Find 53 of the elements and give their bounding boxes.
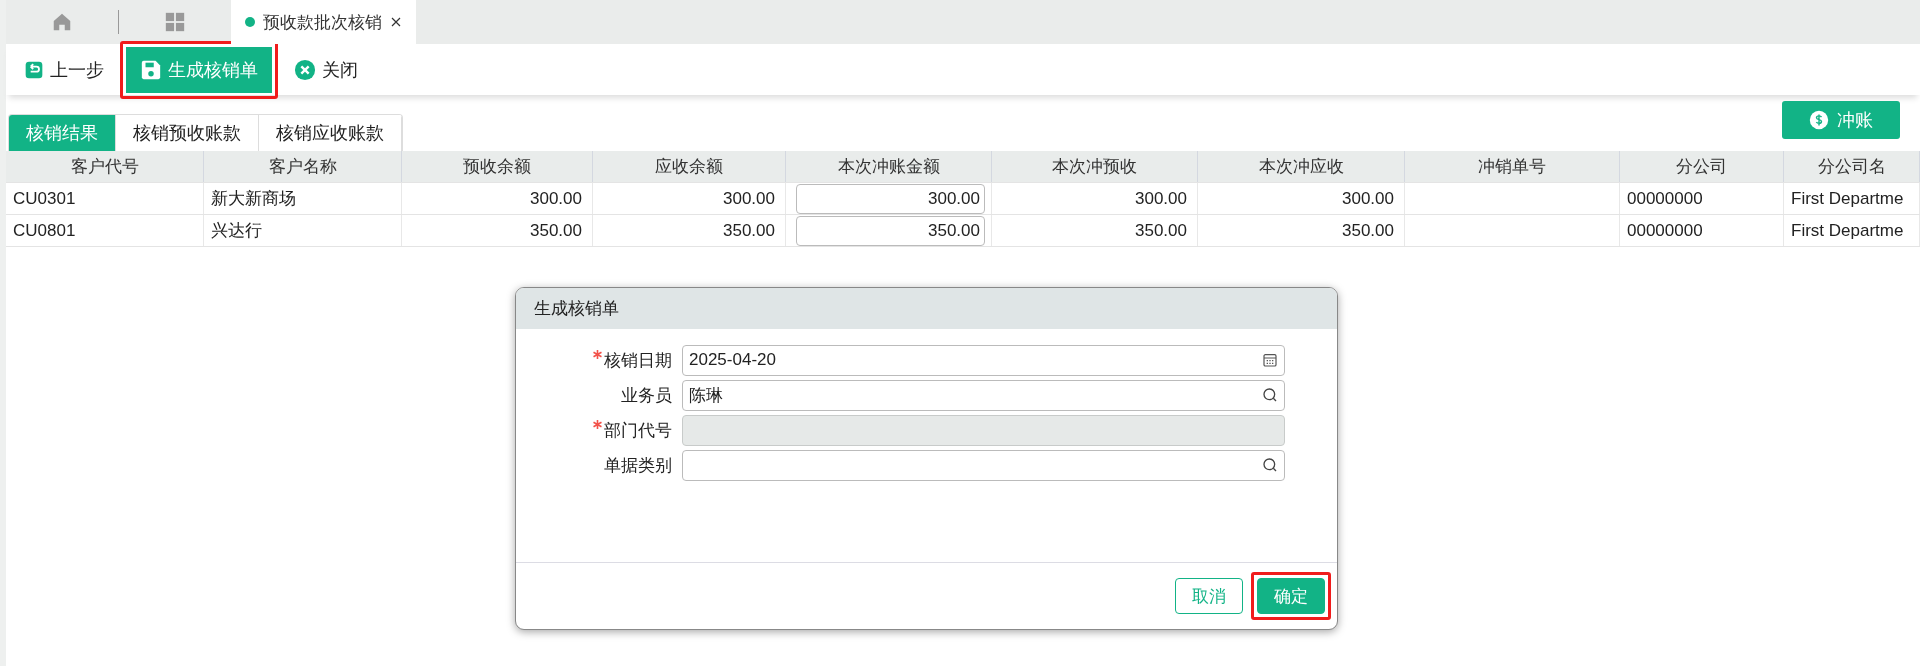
table-cell: 300.00	[1198, 183, 1405, 214]
close-icon	[294, 58, 316, 81]
field-label: 核销日期	[604, 349, 672, 372]
close-tab-icon	[390, 16, 402, 28]
table-cell: 新大新商场	[204, 183, 402, 214]
table-cell: 300.00	[992, 183, 1198, 214]
table-cell: 350.00	[593, 215, 786, 246]
table-cell: CU0801	[6, 215, 204, 246]
column-header: 分公司	[1620, 151, 1784, 182]
table-cell: 00000000	[1620, 183, 1784, 214]
tab-label: 预收款批次核销	[263, 11, 382, 34]
input-field[interactable]	[682, 449, 1285, 481]
calendar-icon	[1262, 352, 1278, 368]
column-header: 分公司名	[1784, 151, 1920, 182]
table-cell: First Departme	[1784, 183, 1920, 214]
dialog-title: 生成核销单	[516, 288, 1337, 329]
amount-input[interactable]: 300.00	[796, 183, 985, 214]
input-field[interactable]: 陈琳	[682, 379, 1285, 411]
table-cell: 350.00	[402, 215, 593, 246]
status-dot-icon	[245, 17, 255, 27]
amount-input[interactable]: 350.00	[796, 215, 985, 246]
column-header: 本次冲应收	[1198, 151, 1405, 182]
dollar-icon	[1809, 110, 1829, 130]
close-button[interactable]: 关闭	[290, 52, 362, 87]
column-header: 客户名称	[204, 151, 402, 182]
asterisk-icon	[592, 348, 603, 360]
column-header: 本次冲账金额	[786, 151, 992, 182]
column-header: 本次冲预收	[992, 151, 1198, 182]
field-label: 业务员	[621, 384, 672, 407]
column-header: 客户代号	[6, 151, 204, 182]
search-icon	[1262, 387, 1278, 403]
table-cell: 00000000	[1620, 215, 1784, 246]
table-cell: 350.00	[992, 215, 1198, 246]
field-label: 部门代号	[604, 419, 672, 442]
column-header: 应收余额	[593, 151, 786, 182]
table-cell: 300.00	[593, 183, 786, 214]
back-button[interactable]: 上一步	[20, 52, 108, 87]
column-header: 冲销单号	[1405, 151, 1620, 182]
table-cell: 兴达行	[204, 215, 402, 246]
asterisk-icon	[592, 418, 603, 430]
return-icon	[24, 59, 44, 80]
search-icon	[1262, 457, 1278, 473]
table-cell: 300.00	[402, 183, 593, 214]
table-cell: First Departme	[1784, 215, 1920, 246]
input-field[interactable]: 2025-04-20	[682, 344, 1285, 376]
field-label: 单据类别	[604, 454, 672, 477]
home-icon	[51, 11, 73, 33]
grid-icon	[164, 11, 186, 33]
table-cell: 350.00	[1198, 215, 1405, 246]
save-icon	[140, 58, 162, 81]
column-header: 预收余额	[402, 151, 593, 182]
page-tab[interactable]: 预收款批次核销	[231, 0, 416, 44]
table-cell: CU0301	[6, 183, 204, 214]
